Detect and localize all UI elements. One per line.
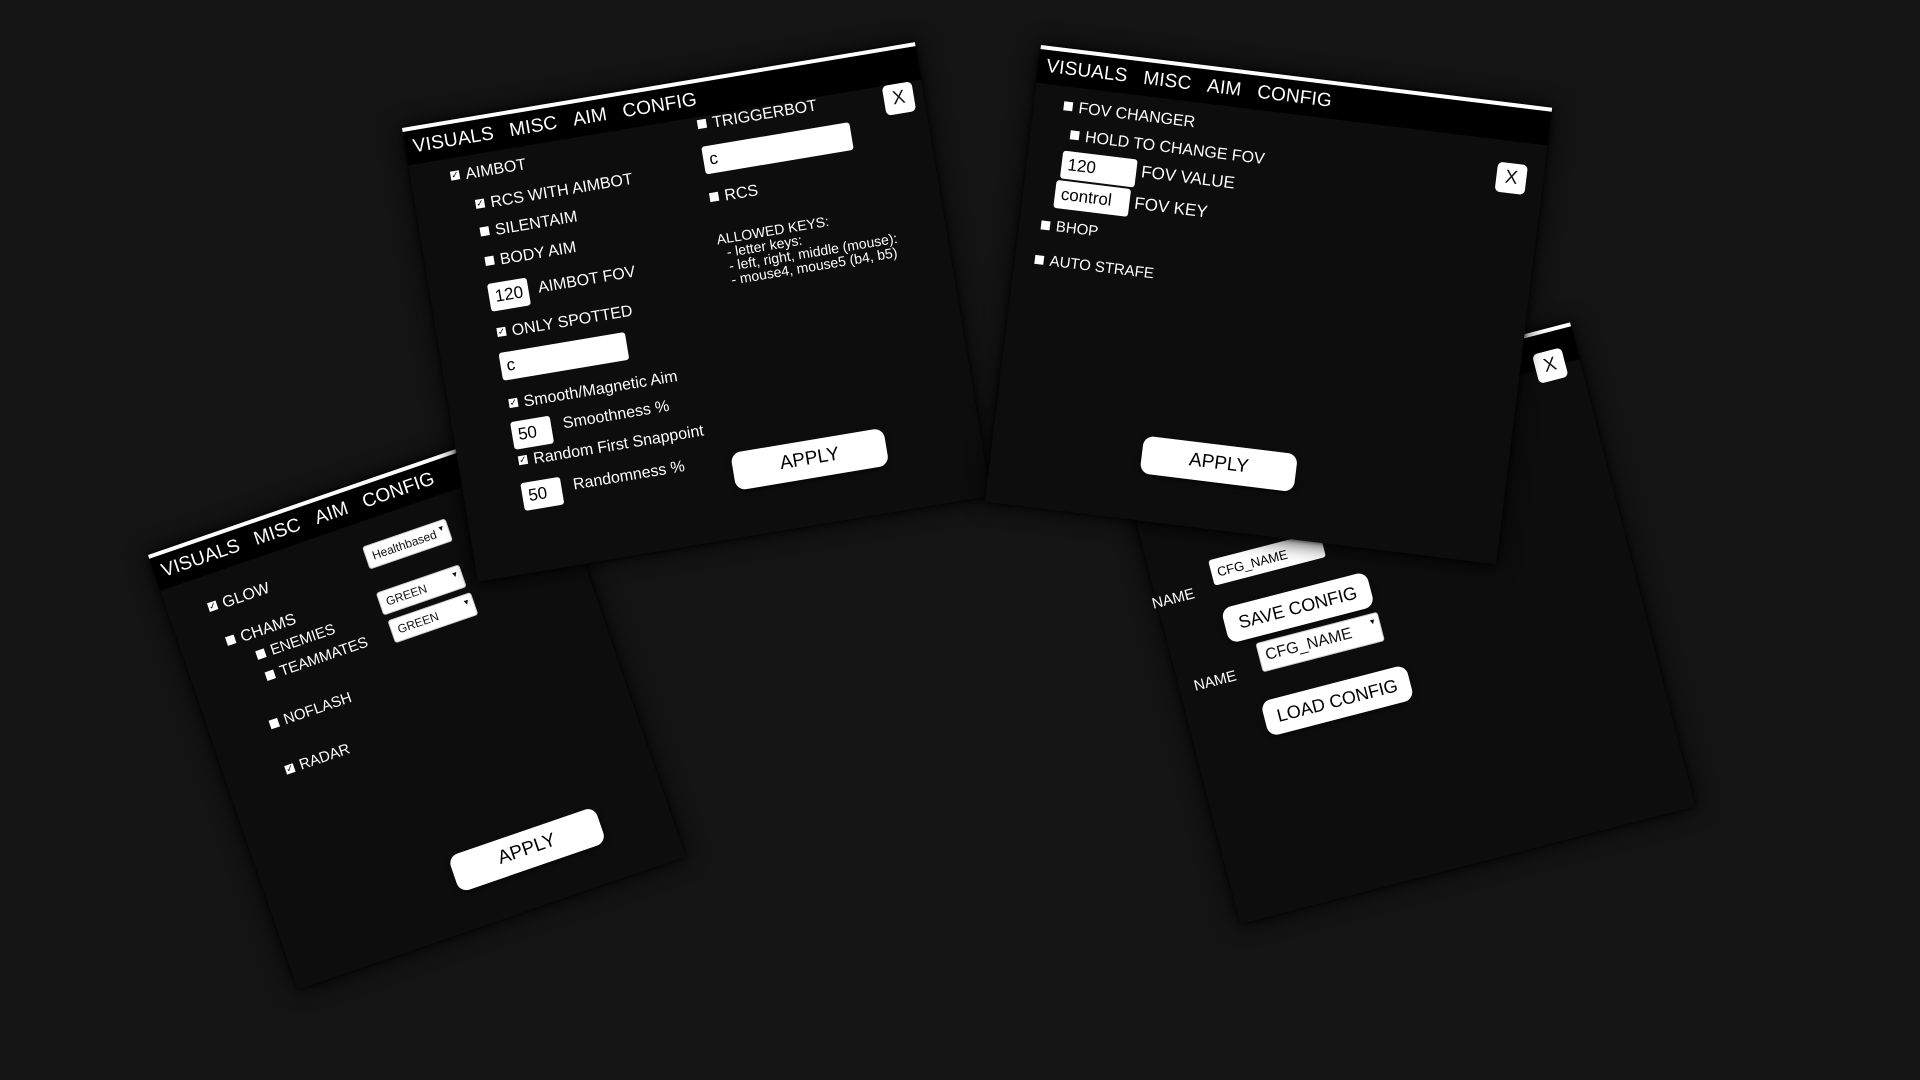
- auto-strafe-checkbox[interactable]: [1034, 254, 1045, 265]
- only-spotted-checkbox[interactable]: ✓: [496, 326, 507, 338]
- noflash-label: NOFLASH: [281, 689, 354, 729]
- tab-aim[interactable]: AIM: [1206, 76, 1243, 102]
- radar-option[interactable]: ✓ RADAR: [283, 740, 352, 778]
- enemies-color-value: GREEN: [383, 581, 429, 609]
- aimbot-fov-label: AIMBOT FOV: [536, 263, 637, 297]
- aimbot-checkbox[interactable]: ✓: [449, 170, 461, 181]
- apply-button[interactable]: APPLY: [730, 427, 890, 491]
- chevron-down-icon: ▾: [450, 568, 459, 580]
- hold-to-change-checkbox[interactable]: [1069, 130, 1080, 141]
- fov-changer-option[interactable]: FOV CHANGER: [1062, 98, 1196, 132]
- close-button[interactable]: X: [881, 81, 917, 116]
- misc-window: VISUALS MISC AIM CONFIG X FOV CHANGER HO…: [984, 45, 1553, 565]
- aim-window: VISUALS MISC AIM CONFIG X ✓ AIMBOT ✓ RCS W…: [402, 42, 991, 582]
- random-snap-checkbox[interactable]: ✓: [517, 454, 529, 466]
- chevron-down-icon: ▾: [437, 522, 445, 534]
- body-aim-option[interactable]: BODY AIM: [484, 239, 578, 272]
- smoothness-label: Smoothness %: [561, 397, 671, 433]
- silentaim-checkbox[interactable]: [479, 226, 490, 237]
- fov-changer-checkbox[interactable]: [1063, 101, 1074, 112]
- glow-checkbox[interactable]: ✓: [207, 600, 219, 613]
- noflash-option[interactable]: NOFLASH: [267, 689, 354, 733]
- bhop-label: BHOP: [1054, 218, 1100, 241]
- apply-button[interactable]: APPLY: [1139, 435, 1299, 493]
- tab-list: VISUALS MISC AIM CONFIG: [159, 468, 438, 582]
- aimbot-label: AIMBOT: [464, 156, 528, 184]
- bhop-option[interactable]: BHOP: [1040, 216, 1099, 240]
- chevron-down-icon: ▾: [462, 596, 471, 608]
- aimbot-option[interactable]: ✓ AIMBOT: [449, 156, 527, 186]
- apply-button[interactable]: APPLY: [447, 806, 607, 893]
- rcs-label: RCS: [723, 182, 760, 205]
- glow-mode-select[interactable]: Healthbased ▾: [362, 518, 454, 570]
- body-aim-checkbox[interactable]: [484, 255, 495, 267]
- randomness-label: Randomness %: [571, 458, 687, 494]
- teammates-color-value: GREEN: [395, 609, 441, 637]
- aimbot-fov-input[interactable]: 120: [486, 277, 532, 312]
- glow-option[interactable]: ✓ GLOW: [206, 580, 272, 618]
- glow-label: GLOW: [220, 579, 272, 612]
- silentaim-label: SILENTAIM: [493, 208, 579, 239]
- fov-value-label: FOV VALUE: [1140, 162, 1236, 193]
- allowed-keys-note: ALLOWED KEYS: - letter keys: - left, rig…: [715, 212, 899, 289]
- bhop-checkbox[interactable]: [1040, 219, 1051, 230]
- chams-checkbox[interactable]: [225, 634, 237, 647]
- auto-strafe-label: AUTO STRAFE: [1048, 252, 1155, 283]
- randomness-input[interactable]: 50: [520, 476, 565, 511]
- radar-checkbox[interactable]: ✓: [284, 762, 296, 775]
- load-config-button[interactable]: LOAD CONFIG: [1260, 664, 1415, 737]
- save-name-label: NAME: [1150, 585, 1197, 613]
- rcs-with-aimbot-checkbox[interactable]: ✓: [474, 198, 486, 210]
- load-name-label: NAME: [1192, 667, 1239, 695]
- triggerbot-checkbox[interactable]: [696, 119, 708, 130]
- smooth-checkbox[interactable]: ✓: [508, 397, 519, 409]
- glow-mode-value: Healthbased: [370, 527, 439, 563]
- fov-changer-label: FOV CHANGER: [1077, 100, 1197, 132]
- fov-key-label: FOV KEY: [1133, 193, 1209, 222]
- rcs-option[interactable]: RCS: [708, 182, 759, 208]
- rcs-with-aimbot-label: RCS WITH AIMBOT: [489, 170, 635, 212]
- auto-strafe-option[interactable]: AUTO STRAFE: [1034, 251, 1155, 282]
- radar-label: RADAR: [297, 740, 353, 774]
- noflash-checkbox[interactable]: [268, 717, 280, 729]
- teammates-checkbox[interactable]: [264, 669, 276, 681]
- smoothness-input[interactable]: 50: [510, 415, 555, 450]
- close-button[interactable]: X: [1494, 161, 1528, 196]
- chevron-down-icon: ▾: [1368, 615, 1376, 627]
- silentaim-option[interactable]: SILENTAIM: [479, 208, 579, 242]
- body-aim-label: BODY AIM: [498, 239, 578, 269]
- enemies-checkbox[interactable]: [255, 647, 267, 660]
- rcs-checkbox[interactable]: [709, 192, 720, 203]
